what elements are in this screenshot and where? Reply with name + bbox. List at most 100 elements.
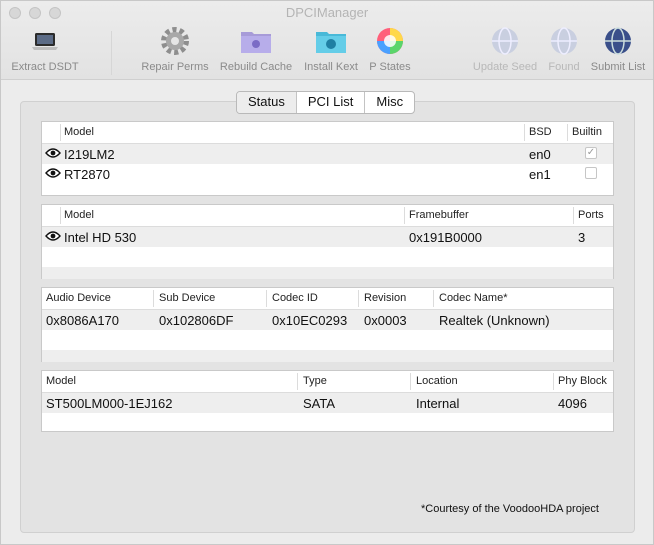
- column-location[interactable]: Location: [416, 375, 458, 387]
- column-framebuffer[interactable]: Framebuffer: [409, 209, 469, 221]
- column-model[interactable]: Model: [64, 209, 94, 221]
- gear-icon: [159, 25, 191, 57]
- globe-icon: [602, 25, 634, 57]
- column-builtin[interactable]: Builtin: [572, 126, 602, 138]
- column-divider: [573, 207, 574, 224]
- storage-phy-block: 4096: [558, 396, 587, 411]
- update-seed-button[interactable]: Update Seed: [469, 25, 541, 73]
- extract-dsdt-button[interactable]: Extract DSDT: [7, 25, 83, 73]
- column-divider: [553, 373, 554, 390]
- install-kext-button[interactable]: Install Kext: [299, 25, 363, 73]
- column-bsd[interactable]: BSD: [529, 126, 552, 138]
- install-kext-label: Install Kext: [304, 61, 358, 73]
- update-seed-label: Update Seed: [472, 61, 538, 73]
- rebuild-cache-label: Rebuild Cache: [219, 61, 293, 73]
- globe-icon: [489, 25, 521, 57]
- audio-revision: 0x0003: [364, 313, 407, 328]
- table-row[interactable]: ST500LM000-1EJ162 SATA Internal 4096: [42, 393, 613, 413]
- globe-icon: [548, 25, 580, 57]
- column-divider: [266, 290, 267, 307]
- folder-kext-icon: [315, 25, 347, 57]
- table-row-empty: [42, 247, 613, 267]
- graphics-framebuffer: 0x191B0000: [409, 230, 483, 245]
- column-sub-device[interactable]: Sub Device: [159, 292, 215, 304]
- audio-table-header: Audio Device Sub Device Codec ID Revisio…: [42, 288, 613, 310]
- p-states-label: P States: [369, 61, 411, 73]
- graphics-table: Model Framebuffer Ports Intel HD 530 0x1…: [41, 204, 614, 279]
- network-bsd: en1: [529, 167, 551, 182]
- column-divider: [524, 124, 525, 141]
- column-divider: [60, 124, 61, 141]
- column-divider: [404, 207, 405, 224]
- storage-type: SATA: [303, 396, 336, 411]
- rebuild-cache-button[interactable]: Rebuild Cache: [215, 25, 297, 73]
- toolbar: DPCIManager Extract DSDT Repair Perms Re…: [1, 1, 653, 80]
- toolbar-separator: [111, 31, 112, 75]
- submit-list-button[interactable]: Submit List: [587, 25, 649, 73]
- submit-list-label: Submit List: [590, 61, 646, 73]
- column-codec-id[interactable]: Codec ID: [272, 292, 318, 304]
- column-model[interactable]: Model: [46, 375, 76, 387]
- column-model[interactable]: Model: [64, 126, 94, 138]
- audio-device: 0x8086A170: [46, 313, 120, 328]
- p-states-button[interactable]: P States: [363, 25, 417, 73]
- table-row-empty: [42, 330, 613, 350]
- table-row[interactable]: RT2870 en1: [42, 164, 613, 184]
- tab-misc[interactable]: Misc: [365, 92, 414, 113]
- tab-bar: Status PCI List Misc: [236, 91, 416, 114]
- storage-location: Internal: [416, 396, 460, 411]
- column-revision[interactable]: Revision: [364, 292, 406, 304]
- column-divider: [297, 373, 298, 390]
- color-wheel-icon: [374, 25, 406, 57]
- table-row-empty: [42, 350, 613, 362]
- column-type[interactable]: Type: [303, 375, 327, 387]
- column-divider: [153, 290, 154, 307]
- builtin-checkbox[interactable]: [585, 167, 597, 179]
- storage-table-header: Model Type Location Phy Block: [42, 371, 613, 393]
- footnote: *Courtesy of the VoodooHDA project: [421, 503, 599, 515]
- column-phy-block[interactable]: Phy Block: [558, 375, 607, 387]
- network-table: Model BSD Builtin I219LM2 en0 ✓ RT2870 e…: [41, 121, 614, 196]
- column-divider: [567, 124, 568, 141]
- audio-table: Audio Device Sub Device Codec ID Revisio…: [41, 287, 614, 362]
- eye-icon[interactable]: [45, 168, 61, 178]
- column-audio-device[interactable]: Audio Device: [46, 292, 111, 304]
- repair-perms-button[interactable]: Repair Perms: [137, 25, 213, 73]
- extract-dsdt-label: Extract DSDT: [11, 61, 79, 73]
- eye-icon[interactable]: [45, 148, 61, 158]
- laptop-icon: [29, 25, 61, 57]
- window-title: DPCIManager: [285, 5, 369, 20]
- graphics-ports: 3: [578, 230, 586, 245]
- network-model: RT2870: [64, 167, 111, 182]
- table-row[interactable]: 0x8086A170 0x102806DF 0x10EC0293 0x0003 …: [42, 310, 613, 330]
- audio-sub-device: 0x102806DF: [159, 313, 234, 328]
- builtin-checkbox[interactable]: ✓: [585, 147, 597, 159]
- tab-status[interactable]: Status: [237, 92, 297, 113]
- found-label: Found: [548, 61, 580, 73]
- graphics-table-header: Model Framebuffer Ports: [42, 205, 613, 227]
- table-row-empty: [42, 267, 613, 279]
- table-row[interactable]: I219LM2 en0 ✓: [42, 144, 613, 164]
- column-divider: [60, 207, 61, 224]
- network-table-header: Model BSD Builtin: [42, 122, 613, 144]
- column-ports[interactable]: Ports: [578, 209, 604, 221]
- tab-pci-list[interactable]: PCI List: [297, 92, 366, 113]
- eye-icon[interactable]: [45, 231, 61, 241]
- table-row-empty: [42, 413, 613, 431]
- audio-codec-name: Realtek (Unknown): [439, 313, 550, 328]
- column-divider: [358, 290, 359, 307]
- audio-codec-id: 0x10EC0293: [272, 313, 348, 328]
- storage-model: ST500LM000-1EJ162: [46, 396, 173, 411]
- table-row[interactable]: Intel HD 530 0x191B0000 3: [42, 227, 613, 247]
- repair-perms-label: Repair Perms: [141, 61, 209, 73]
- network-bsd: en0: [529, 147, 551, 162]
- app-window: DPCIManager Extract DSDT Repair Perms Re…: [0, 0, 654, 545]
- folder-gear-icon: [240, 25, 272, 57]
- network-model: I219LM2: [64, 147, 115, 162]
- column-divider: [433, 290, 434, 307]
- storage-table: Model Type Location Phy Block ST500LM000…: [41, 370, 614, 432]
- found-button[interactable]: Found: [543, 25, 585, 73]
- column-codec-name[interactable]: Codec Name*: [439, 292, 507, 304]
- column-divider: [410, 373, 411, 390]
- graphics-model: Intel HD 530: [64, 230, 137, 245]
